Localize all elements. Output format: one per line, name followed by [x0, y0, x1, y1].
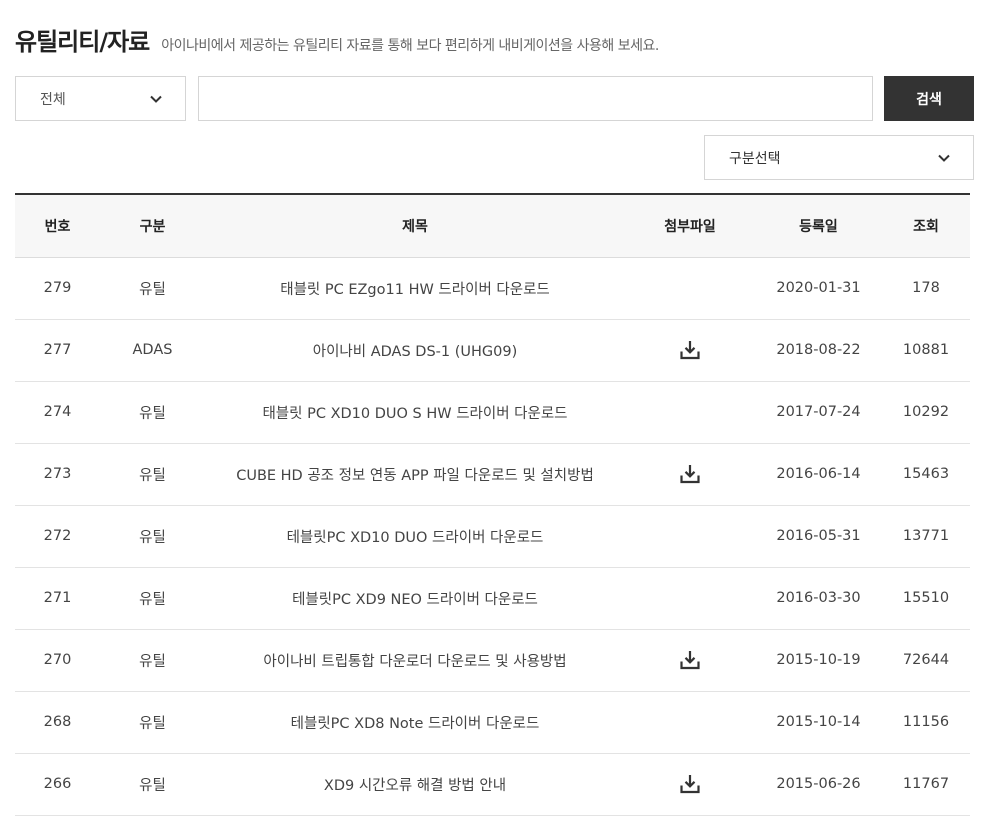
row-attachment [625, 567, 755, 630]
row-views: 15510 [882, 567, 970, 630]
row-category: 유틸 [100, 443, 205, 506]
row-attachment [625, 505, 755, 568]
row-date: 2017-07-24 [755, 381, 882, 444]
row-attachment [625, 257, 755, 320]
row-number: 272 [15, 505, 100, 568]
row-category: ADAS [100, 319, 205, 382]
row-date: 2016-06-14 [755, 443, 882, 506]
table-header-row: 번호 구분 제목 첨부파일 등록일 조회 [15, 194, 970, 258]
page-title: 유틸리티/자료 [15, 28, 150, 56]
search-scope-value: 전체 [40, 91, 66, 108]
row-title-link[interactable]: 아이나비 ADAS DS-1 (UHG09) [205, 319, 625, 382]
download-icon[interactable] [679, 773, 701, 795]
table-row[interactable]: 270 유틸 아이나비 트립통합 다운로더 다운로드 및 사용방법 2015-10-1… [15, 629, 970, 692]
column-header-views: 조회 [882, 194, 970, 258]
search-scope-select[interactable]: 전체 [15, 76, 186, 121]
row-attachment [625, 691, 755, 754]
row-title-link[interactable]: 테블릿PC XD9 NEO 드라이버 다운로드 [205, 567, 625, 630]
column-header-attachment: 첨부파일 [625, 194, 755, 258]
table-row[interactable]: 279 유틸 태블릿 PC EZgo11 HW 드라이버 다운로드 2020-01-3… [15, 257, 970, 320]
table-row[interactable]: 266 유틸 XD9 시간오류 해결 방법 안내 2015-06-26 11767 [15, 753, 970, 816]
row-date: 2016-05-31 [755, 505, 882, 568]
download-icon[interactable] [679, 339, 701, 361]
row-views: 72644 [882, 629, 970, 692]
table-row[interactable]: 268 유틸 테블릿PC XD8 Note 드라이버 다운로드 2015-10-14 1… [15, 691, 970, 754]
row-views: 178 [882, 257, 970, 320]
row-date: 2018-08-22 [755, 319, 882, 382]
row-date: 2020-01-31 [755, 257, 882, 320]
column-header-category: 구분 [100, 194, 205, 258]
row-title-link[interactable]: XD9 시간오류 해결 방법 안내 [205, 753, 625, 816]
page-header: 유틸리티/자료 아이나비에서 제공하는 유틸리티 자료를 통해 보다 편리하게 … [15, 22, 659, 57]
row-views: 15463 [882, 443, 970, 506]
row-number: 274 [15, 381, 100, 444]
row-date: 2015-10-19 [755, 629, 882, 692]
column-header-date: 등록일 [755, 194, 882, 258]
row-attachment [625, 319, 755, 382]
row-title-link[interactable]: 테블릿PC XD10 DUO 드라이버 다운로드 [205, 505, 625, 568]
table-body: 279 유틸 태블릿 PC EZgo11 HW 드라이버 다운로드 2020-01-3… [15, 257, 970, 816]
row-attachment [625, 629, 755, 692]
row-category: 유틸 [100, 691, 205, 754]
row-views: 10881 [882, 319, 970, 382]
table-row[interactable]: 272 유틸 테블릿PC XD10 DUO 드라이버 다운로드 2016-05-31 1… [15, 505, 970, 568]
row-category: 유틸 [100, 567, 205, 630]
search-button[interactable]: 검색 [884, 76, 974, 121]
chevron-down-icon [149, 92, 163, 106]
row-attachment [625, 753, 755, 816]
row-title-link[interactable]: 테블릿PC XD8 Note 드라이버 다운로드 [205, 691, 625, 754]
row-number: 271 [15, 567, 100, 630]
row-date: 2015-06-26 [755, 753, 882, 816]
row-views: 13771 [882, 505, 970, 568]
category-select[interactable]: 구분선택 [704, 135, 974, 180]
row-views: 11156 [882, 691, 970, 754]
column-header-number: 번호 [15, 194, 100, 258]
table-row[interactable]: 273 유틸 CUBE HD 공조 정보 연동 APP 파일 다운로드 및 설치방법… [15, 443, 970, 506]
chevron-down-icon [937, 151, 951, 165]
download-icon[interactable] [679, 463, 701, 485]
row-attachment [625, 381, 755, 444]
row-category: 유틸 [100, 381, 205, 444]
row-views: 11767 [882, 753, 970, 816]
category-select-value: 구분선택 [729, 150, 781, 167]
search-bar: 전체 검색 [15, 76, 974, 121]
page-description: 아이나비에서 제공하는 유틸리티 자료를 통해 보다 편리하게 내비게이션을 사… [161, 38, 659, 54]
row-number: 273 [15, 443, 100, 506]
table-row[interactable]: 271 유틸 테블릿PC XD9 NEO 드라이버 다운로드 2016-03-30 15… [15, 567, 970, 630]
search-input[interactable] [198, 76, 873, 121]
row-attachment [625, 443, 755, 506]
row-category: 유틸 [100, 505, 205, 568]
row-number: 270 [15, 629, 100, 692]
row-views: 10292 [882, 381, 970, 444]
row-number: 268 [15, 691, 100, 754]
row-category: 유틸 [100, 753, 205, 816]
row-title-link[interactable]: 아이나비 트립통합 다운로더 다운로드 및 사용방법 [205, 629, 625, 692]
row-title-link[interactable]: 태블릿 PC XD10 DUO S HW 드라이버 다운로드 [205, 381, 625, 444]
utility-table: 번호 구분 제목 첨부파일 등록일 조회 279 유틸 태블릿 PC EZgo11 … [15, 193, 970, 816]
row-title-link[interactable]: 태블릿 PC EZgo11 HW 드라이버 다운로드 [205, 257, 625, 320]
row-date: 2015-10-14 [755, 691, 882, 754]
download-icon[interactable] [679, 649, 701, 671]
column-header-title: 제목 [205, 194, 625, 258]
row-number: 266 [15, 753, 100, 816]
row-category: 유틸 [100, 257, 205, 320]
row-number: 277 [15, 319, 100, 382]
row-category: 유틸 [100, 629, 205, 692]
row-date: 2016-03-30 [755, 567, 882, 630]
table-row[interactable]: 277 ADAS 아이나비 ADAS DS-1 (UHG09) 2018-08-22 1… [15, 319, 970, 382]
row-number: 279 [15, 257, 100, 320]
table-row[interactable]: 274 유틸 태블릿 PC XD10 DUO S HW 드라이버 다운로드 2017-… [15, 381, 970, 444]
row-title-link[interactable]: CUBE HD 공조 정보 연동 APP 파일 다운로드 및 설치방법 [205, 443, 625, 506]
